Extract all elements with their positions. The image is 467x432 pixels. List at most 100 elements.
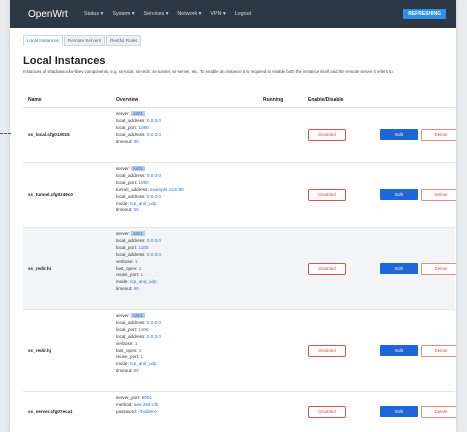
overview-value: <hidden> — [138, 408, 158, 414]
overview-line: server: ss01 — [116, 313, 161, 320]
disabled-toggle-button[interactable]: Disabled — [308, 129, 346, 141]
table-header: Name Overview Running Enable/Disable — [23, 94, 455, 108]
overview-key: server: — [116, 166, 131, 171]
overview-key: timeout: — [116, 138, 133, 144]
overview-line: local_address: 0.0.0.0 — [116, 252, 161, 259]
overview-key: local_address: — [116, 333, 146, 339]
instance-overview: server: ss01 local_address: 0.0.0.0 local_… — [116, 313, 161, 375]
menu-status[interactable]: Status ▾ — [84, 11, 104, 17]
overview-key: fast_open: — [116, 347, 138, 353]
overview-key: reuse_port: — [116, 354, 140, 360]
delete-button[interactable]: Delete — [421, 189, 456, 201]
overview-line: mode: tcp_and_udp — [116, 361, 161, 368]
overview-key: local_address: — [116, 172, 146, 178]
edit-button[interactable]: Edit — [380, 262, 418, 274]
tab-remote-servers[interactable]: Remote Servers — [63, 35, 106, 46]
overview-key: timeout: — [116, 368, 133, 374]
column-name: Name — [28, 97, 42, 103]
overview-line: password: <hidden> — [116, 409, 158, 416]
overview-key: method: — [116, 401, 133, 407]
overview-key: local_address: — [116, 251, 146, 257]
delete-button[interactable]: Delete — [421, 344, 456, 357]
tab-bar: Local Instances Remote Servers Restful R… — [23, 35, 142, 46]
overview-line: local_address: 0.0.0.0 — [116, 173, 184, 180]
overview-line: reuse_port: 1 — [116, 272, 161, 279]
instance-name: ss_redir.hi — [28, 265, 51, 271]
menu-vpn[interactable]: VPN ▾ — [210, 11, 225, 17]
overview-line: local_address: 0.0.0.0 — [116, 320, 161, 327]
overview-key: reuse_port: — [116, 272, 140, 278]
overview-line: mode: tcp_and_udp — [116, 279, 161, 286]
overview-line: timeout: 30 — [116, 139, 161, 146]
edit-button[interactable]: Edit — [380, 406, 418, 417]
menu-services[interactable]: Services ▾ — [144, 11, 169, 17]
disabled-toggle-button[interactable]: Disabled — [308, 406, 346, 418]
overview-value: tcp_and_udp — [130, 200, 157, 206]
instance-name: ss_server.cfg07eca1 — [28, 409, 73, 414]
overview-line: verbose: 1 — [116, 341, 161, 348]
brand-logo[interactable]: OpenWrt — [28, 9, 68, 20]
disabled-toggle-button[interactable]: Disabled — [308, 189, 346, 201]
overview-key: local_address: — [116, 193, 146, 199]
overview-value: 1100 — [138, 244, 149, 250]
overview-line: timeout: 60 — [116, 368, 161, 375]
overview-line: verbose: 1 — [116, 259, 161, 266]
overview-value: 60 — [133, 207, 139, 213]
overview-line: local_address: 0.0.0.0 — [116, 238, 161, 245]
overview-value[interactable]: ss01 — [131, 166, 146, 171]
overview-value: example.com:80 — [149, 186, 184, 192]
overview-value: tcp_and_udp — [130, 361, 157, 367]
page-title: Local Instances — [23, 55, 106, 67]
instance-overview: server: ss01 local_address: 0.0.0.0 local_… — [116, 166, 184, 214]
overview-line: local_port: 1100 — [116, 327, 161, 334]
overview-line: tunnel_address: example.com:80 — [116, 187, 184, 194]
overview-value[interactable]: ss01 — [131, 231, 146, 236]
overview-line: server: ss01 — [116, 111, 161, 118]
edit-button[interactable]: Edit — [380, 189, 418, 200]
overview-value: 1090 — [138, 179, 149, 185]
navbar: OpenWrt Status ▾ System ▾ Services ▾ Net… — [10, 0, 456, 28]
disabled-toggle-button[interactable]: Disabled — [308, 344, 346, 357]
overview-key: mode: — [116, 200, 129, 206]
tab-restful-rules[interactable]: Restful Rules — [106, 35, 142, 46]
overview-key: timeout: — [116, 207, 133, 213]
delete-button[interactable]: Delete — [421, 406, 456, 418]
page-description: Instances of shadowsocks-libev component… — [23, 69, 394, 74]
edit-button[interactable]: Edit — [380, 344, 418, 356]
delete-button[interactable]: Delete — [421, 262, 456, 275]
column-running: Running — [263, 97, 284, 103]
instance-name: ss_local.cfg013015 — [28, 132, 70, 137]
menu-logout[interactable]: Logout — [235, 11, 252, 17]
overview-line: local_address: 0.0.0.0 — [116, 194, 184, 201]
menu-network[interactable]: Network ▾ — [177, 11, 201, 17]
instance-overview: server_port: 8001 method: aes-256-cfb pass… — [116, 395, 158, 416]
overview-line: reuse_port: 1 — [116, 354, 161, 361]
overview-line: server: ss01 — [116, 231, 161, 238]
overview-value[interactable]: ss01 — [131, 111, 146, 116]
overview-key: server: — [116, 111, 131, 116]
overview-value: 1 — [140, 272, 144, 278]
overview-key: password: — [116, 408, 137, 414]
column-overview: Overview — [116, 97, 139, 103]
disabled-toggle-button[interactable]: Disabled — [308, 262, 346, 275]
menu-system[interactable]: System ▾ — [112, 11, 134, 17]
overview-key: server: — [116, 231, 131, 236]
refreshing-indicator[interactable]: REFRESHING — [403, 9, 446, 19]
overview-key: local_port: — [116, 326, 138, 332]
overview-line: local_address: 0.0.0.0 — [116, 334, 161, 341]
overview-key: local_address: — [116, 131, 146, 137]
overview-value: 1 — [140, 354, 144, 360]
overview-key: local_port: — [116, 124, 138, 130]
tab-local-instances[interactable]: Local Instances — [23, 35, 63, 46]
overview-line: timeout: 60 — [116, 207, 184, 214]
overview-key: mode: — [116, 361, 129, 367]
edit-button[interactable]: Edit — [380, 129, 418, 140]
overview-value: 60 — [133, 368, 139, 374]
overview-value: tcp_and_udp — [130, 279, 157, 285]
table-row: ss_tunnel.cfg0249c0 server: ss01 local_add… — [23, 163, 456, 228]
overview-key: local_port: — [116, 244, 138, 250]
overview-value: 1080 — [138, 124, 149, 130]
delete-button[interactable]: Delete — [421, 129, 456, 141]
overview-value: 0.0.0.0 — [146, 193, 161, 199]
overview-value[interactable]: ss01 — [131, 313, 146, 318]
